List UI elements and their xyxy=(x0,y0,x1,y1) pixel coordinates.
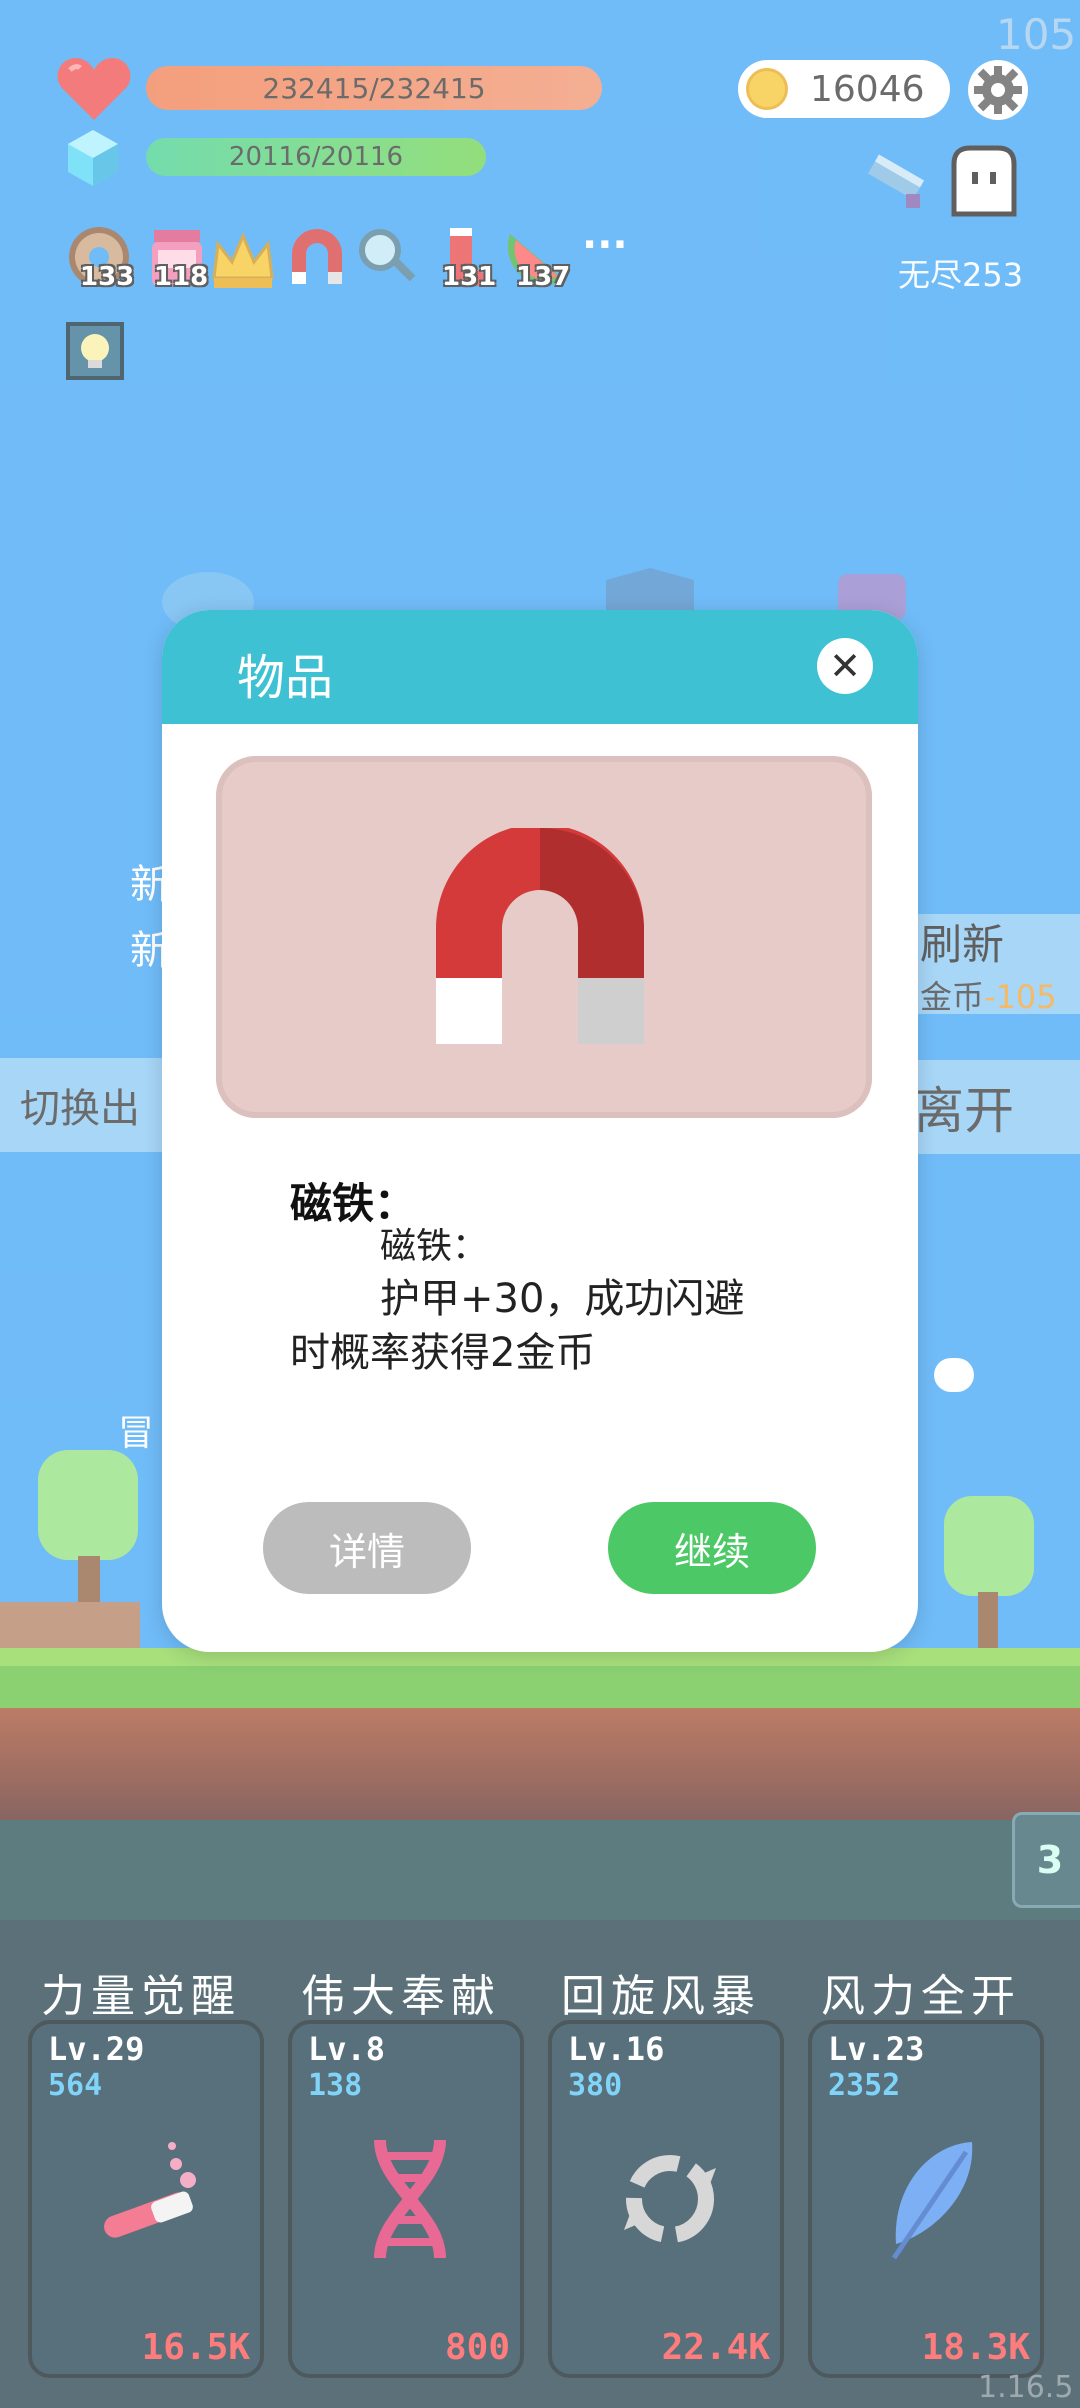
item-description: 磁铁： 护甲+30，成功闪避 时概率获得2金币 xyxy=(290,1222,810,1380)
item-modal: 物品 ✕ 磁铁： 磁铁： 护甲+30，成功闪避 时概率获得2金币 详情 继续 xyxy=(162,610,918,1652)
continue-button[interactable]: 继续 xyxy=(608,1502,816,1594)
desc-line: 护甲+30，成功闪避 xyxy=(380,1276,745,1322)
detail-label: 详情 xyxy=(328,1529,405,1574)
magnet-icon xyxy=(436,828,644,1044)
desc-line: 时概率获得2金币 xyxy=(290,1330,596,1376)
close-icon: ✕ xyxy=(829,644,861,688)
modal-title: 物品 xyxy=(237,650,334,706)
desc-line: 磁铁： xyxy=(380,1226,489,1267)
continue-label: 继续 xyxy=(673,1529,750,1574)
detail-button[interactable]: 详情 xyxy=(263,1502,471,1594)
item-image-frame xyxy=(216,756,872,1118)
close-button[interactable]: ✕ xyxy=(817,638,873,694)
